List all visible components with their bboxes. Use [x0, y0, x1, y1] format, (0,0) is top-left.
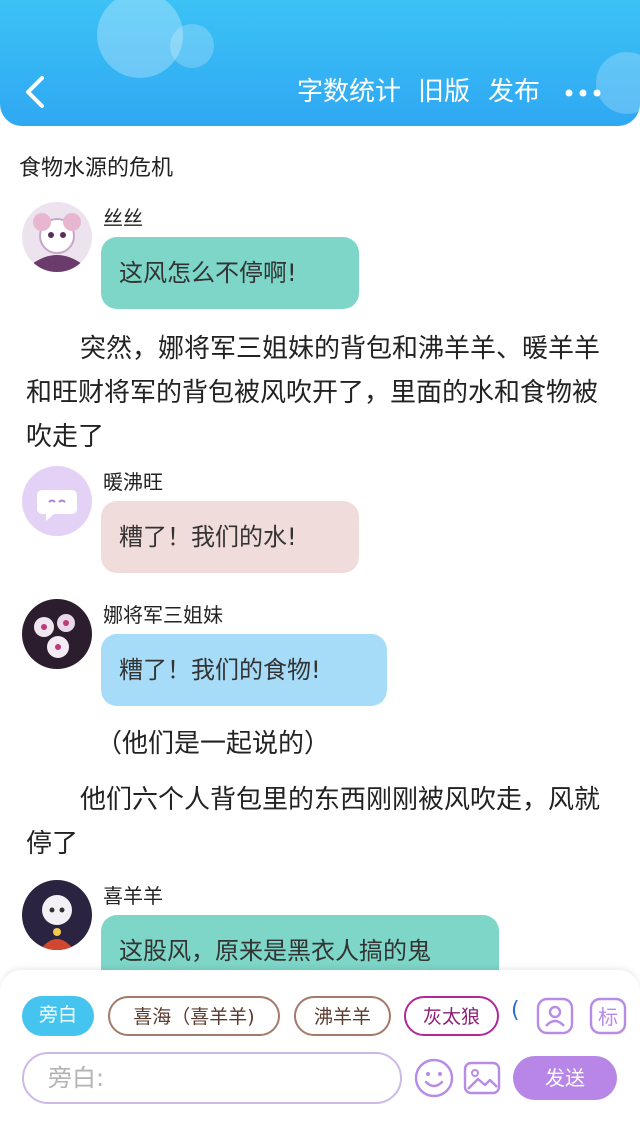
- speaker-name: 喜羊羊: [103, 884, 163, 908]
- image-icon: [463, 1061, 501, 1095]
- role-chip-huitailang[interactable]: 灰太狼: [404, 996, 499, 1036]
- speaker-name: 丝丝: [103, 206, 143, 230]
- more-horizontal-icon: [565, 89, 601, 97]
- emoji-button[interactable]: [413, 1057, 455, 1099]
- character-avatar-image: [22, 202, 92, 272]
- avatar-xiyangyang[interactable]: [22, 880, 92, 950]
- back-button[interactable]: [18, 72, 54, 112]
- speaker-name: 娜将军三姐妹: [103, 603, 223, 627]
- chevron-left-icon: [26, 76, 44, 108]
- avatar-sisi[interactable]: [22, 202, 92, 272]
- decor-bubble: [170, 24, 214, 68]
- old-version-button[interactable]: 旧版: [418, 74, 470, 110]
- publish-button[interactable]: 发布: [488, 74, 540, 110]
- story-title: 食物水源的危机: [19, 156, 174, 181]
- image-button[interactable]: [461, 1057, 503, 1099]
- composer-panel: 旁白 喜海（喜羊羊) 沸羊羊 灰太狼 ( 标 旁白: 发送: [0, 970, 640, 1136]
- role-chip-partial[interactable]: (: [511, 998, 520, 1023]
- message-input[interactable]: 旁白:: [22, 1052, 402, 1104]
- dialogue-bubble[interactable]: 糟了！我们的水!: [101, 501, 359, 573]
- speaker-name: 暖沸旺: [103, 470, 163, 494]
- top-bar: 字数统计 旧版 发布: [0, 0, 640, 126]
- smile-icon: [414, 1058, 454, 1098]
- person-card-icon: [536, 997, 574, 1035]
- dialogue-bubble[interactable]: 这风怎么不停啊!: [101, 237, 359, 309]
- avatar-nuanfeiwang[interactable]: [22, 466, 92, 536]
- dialogue-bubble[interactable]: 糟了！我们的食物!: [101, 634, 387, 706]
- word-count-button[interactable]: 字数统计: [297, 74, 401, 110]
- character-avatar-image: [22, 599, 92, 669]
- more-button[interactable]: [563, 78, 603, 108]
- svg-text:标: 标: [598, 1005, 618, 1029]
- role-chip-narrator[interactable]: 旁白: [22, 996, 94, 1036]
- role-manage-button[interactable]: [535, 996, 575, 1036]
- role-chip-xihai[interactable]: 喜海（喜羊羊): [108, 996, 280, 1036]
- narration-paragraph: （他们是一起说的）: [96, 729, 331, 759]
- avatar-nagenerals[interactable]: [22, 599, 92, 669]
- narration-paragraph: 他们六个人背包里的东西刚刚被风吹走，风就停了: [26, 785, 601, 859]
- tag-icon: 标: [589, 997, 627, 1035]
- role-chip-feiyangyang[interactable]: 沸羊羊: [294, 996, 391, 1036]
- character-avatar-image: [22, 880, 92, 950]
- chat-bubble-avatar-icon: [22, 466, 92, 536]
- narration-paragraph: 突然，娜将军三姐妹的背包和沸羊羊、暖羊羊和旺财将军的背包被风吹开了，里面的水和食…: [26, 334, 601, 452]
- send-button[interactable]: 发送: [513, 1056, 617, 1100]
- tag-button[interactable]: 标: [588, 996, 628, 1036]
